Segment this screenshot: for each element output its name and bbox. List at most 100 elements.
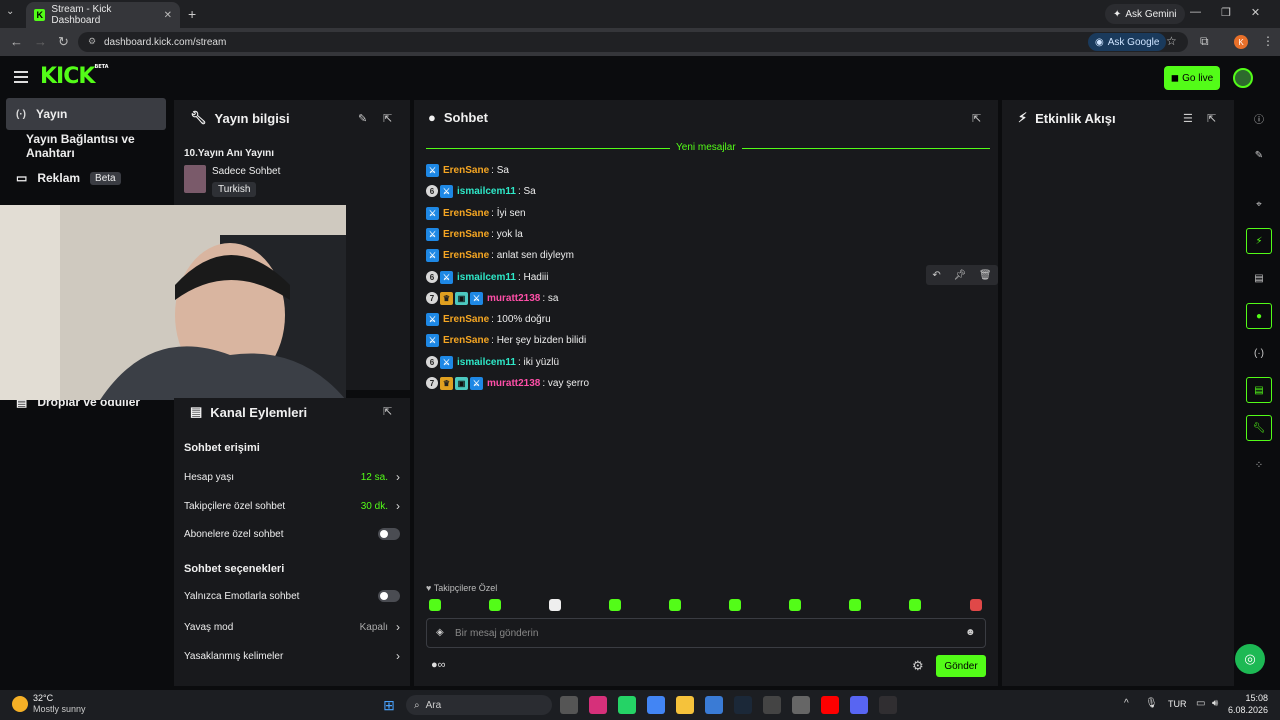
chatgpt-icon[interactable] xyxy=(763,696,781,714)
minimize-icon[interactable]: — xyxy=(1190,6,1201,19)
pencil-icon[interactable]: ✎ xyxy=(1250,146,1268,164)
new-tab-icon[interactable]: + xyxy=(188,6,196,22)
chat-message[interactable]: 6 ⚔ ismailcem11: iki yüzlü xyxy=(426,353,559,371)
chat-message[interactable]: ⚔ ErenSane: Her şey bizden bilidi xyxy=(426,331,586,349)
extensions-icon[interactable]: ⧉ xyxy=(1200,34,1209,49)
profile-avatar[interactable]: K xyxy=(1234,35,1248,49)
chat-username[interactable]: muratt2138 xyxy=(487,293,540,304)
chat-bubble-icon[interactable]: ● xyxy=(1246,303,1272,329)
wrench-icon[interactable]: 🔧︎ xyxy=(1246,415,1272,441)
emote-icon[interactable] xyxy=(429,599,441,611)
chat-username[interactable]: ismailcem11 xyxy=(457,186,516,197)
browser-tab[interactable]: K Stream - Kick Dashboard ✕ xyxy=(26,2,180,28)
undo-icon[interactable]: ↶ xyxy=(932,270,940,281)
kick-points-icon[interactable]: ●∞ xyxy=(431,659,446,671)
instagram-icon[interactable] xyxy=(589,696,607,714)
broadcast-icon[interactable]: (·) xyxy=(1250,344,1268,362)
ask-google-button[interactable]: ◉ Ask Google xyxy=(1088,33,1167,51)
chat-message[interactable]: ⚔ ErenSane: yok la xyxy=(426,225,523,243)
chat-username[interactable]: ismailcem11 xyxy=(457,272,516,283)
chat-message[interactable]: ⚔ ErenSane: Sa xyxy=(426,161,509,179)
chat-message[interactable]: ⚔ ErenSane: anlat sen diyleym xyxy=(426,246,574,264)
back-icon[interactable]: ← xyxy=(10,34,23,49)
sidebar-item-ads[interactable]: ▭ Reklam Beta xyxy=(6,162,166,194)
store-icon[interactable] xyxy=(705,696,723,714)
chat-input[interactable]: Bir mesaj gönderin xyxy=(426,618,986,648)
site-info-icon[interactable]: ⚙ xyxy=(88,36,96,47)
emote-icon[interactable] xyxy=(789,599,801,611)
microphone-icon[interactable]: 🎙︎ xyxy=(1145,698,1158,709)
edit-icon[interactable]: ✎ xyxy=(358,112,367,125)
slow-mode-row[interactable]: Yavaş mod Kapalı › xyxy=(184,620,400,634)
sidebar-item-stream[interactable]: (·) Yayın xyxy=(6,98,166,130)
banned-words-row[interactable]: Yasaklanmış kelimeler › xyxy=(184,649,400,663)
volume-icon[interactable]: 🔊︎ xyxy=(1212,698,1218,709)
popout-icon[interactable]: ⇱ xyxy=(1207,112,1216,125)
chat-message[interactable]: 6 ⚔ ismailcem11: Hadiii xyxy=(426,268,549,286)
scan-icon[interactable]: ⌖ xyxy=(1250,195,1268,213)
emote-icon[interactable] xyxy=(489,599,501,611)
address-bar[interactable]: dashboard.kick.com/stream xyxy=(78,32,1188,52)
followers-only-row[interactable]: Takipçilere özel sohbet 30 dk. › xyxy=(184,499,400,513)
emote-icon[interactable] xyxy=(669,599,681,611)
emote-only-toggle[interactable] xyxy=(378,590,400,602)
emote-icon[interactable] xyxy=(909,599,921,611)
close-tab-icon[interactable]: ✕ xyxy=(164,10,172,21)
chat-username[interactable]: ErenSane xyxy=(443,314,489,325)
subscribers-only-toggle[interactable] xyxy=(378,528,400,540)
tab-search-icon[interactable]: ⌄ xyxy=(6,6,14,17)
bookmark-star-icon[interactable]: ☆ xyxy=(1166,34,1177,48)
chat-username[interactable]: ErenSane xyxy=(443,208,489,219)
info-icon[interactable]: ⓘ xyxy=(1250,109,1268,127)
chat-message[interactable]: 7 ♛ ▣ ⚔ muratt2138: vay şerro xyxy=(426,374,589,392)
emote-icon[interactable] xyxy=(549,599,561,611)
tray-chevron-icon[interactable]: ^ xyxy=(1124,698,1129,709)
steam-icon[interactable] xyxy=(734,696,752,714)
go-live-button[interactable]: ◼ Go live xyxy=(1164,66,1220,90)
chat-message[interactable]: ⚔ ErenSane: 100% doğru xyxy=(426,310,551,328)
obs-icon[interactable] xyxy=(879,696,897,714)
emote-icon[interactable] xyxy=(849,599,861,611)
windows-start-icon[interactable]: ⊞ xyxy=(380,696,398,714)
chat-username[interactable]: muratt2138 xyxy=(487,378,540,389)
close-window-icon[interactable]: ✕ xyxy=(1251,6,1260,19)
chat-username[interactable]: ErenSane xyxy=(443,250,489,261)
clock-time[interactable]: 15:08 xyxy=(1232,693,1268,703)
reload-icon[interactable]: ↻ xyxy=(58,34,69,50)
menu-icon[interactable] xyxy=(14,71,28,86)
network-icon[interactable]: ▭ xyxy=(1196,698,1205,709)
sidebar-item-stream-key[interactable]: Yayın Bağlantısı ve Anahtarı xyxy=(6,130,166,162)
shield-icon[interactable]: ◈ xyxy=(436,627,444,638)
lightning-icon[interactable]: ⚡︎ xyxy=(1246,228,1272,254)
chat-username[interactable]: ErenSane xyxy=(443,165,489,176)
camera-icon[interactable] xyxy=(792,696,810,714)
emote-icon[interactable] xyxy=(970,599,982,611)
popout-icon[interactable]: ⇱ xyxy=(383,112,392,125)
chat-username[interactable]: ErenSane xyxy=(443,229,489,240)
forward-icon[interactable]: → xyxy=(34,34,47,49)
popout-icon[interactable]: ⇱ xyxy=(383,405,392,418)
discord-icon[interactable] xyxy=(850,696,868,714)
filter-icon[interactable]: ☰ xyxy=(1183,112,1193,125)
popout-icon[interactable]: ⇱ xyxy=(972,112,981,125)
kick-points-icon[interactable]: ⁘ xyxy=(1250,456,1268,474)
account-age-row[interactable]: Hesap yaşı 12 sa. › xyxy=(184,470,400,484)
chat-message[interactable]: 7 ♛ ▣ ⚔ muratt2138: sa xyxy=(426,289,558,307)
user-avatar[interactable] xyxy=(1233,68,1253,88)
youtube-icon[interactable] xyxy=(821,696,839,714)
chat-username[interactable]: ismailcem11 xyxy=(457,357,516,368)
sliders-icon[interactable]: ▤ xyxy=(1246,377,1272,403)
pin-icon[interactable]: 📌︎ xyxy=(953,270,966,281)
help-icon[interactable]: ◎ xyxy=(1235,644,1265,674)
language-indicator[interactable]: TUR xyxy=(1168,699,1187,709)
whatsapp-icon[interactable] xyxy=(618,696,636,714)
ask-gemini-button[interactable]: ✦ Ask Gemini xyxy=(1105,4,1185,24)
chat-username[interactable]: ErenSane xyxy=(443,335,489,346)
task-view-icon[interactable] xyxy=(560,696,578,714)
emote-icon[interactable] xyxy=(609,599,621,611)
chat-message[interactable]: 6 ⚔ ismailcem11: Sa xyxy=(426,182,536,200)
document-icon[interactable]: ▤ xyxy=(1250,269,1268,287)
send-button[interactable]: Gönder xyxy=(936,655,986,677)
emoji-icon[interactable]: ☻ xyxy=(965,627,976,638)
chat-message[interactable]: ⚔ ErenSane: İyi sen xyxy=(426,204,526,222)
